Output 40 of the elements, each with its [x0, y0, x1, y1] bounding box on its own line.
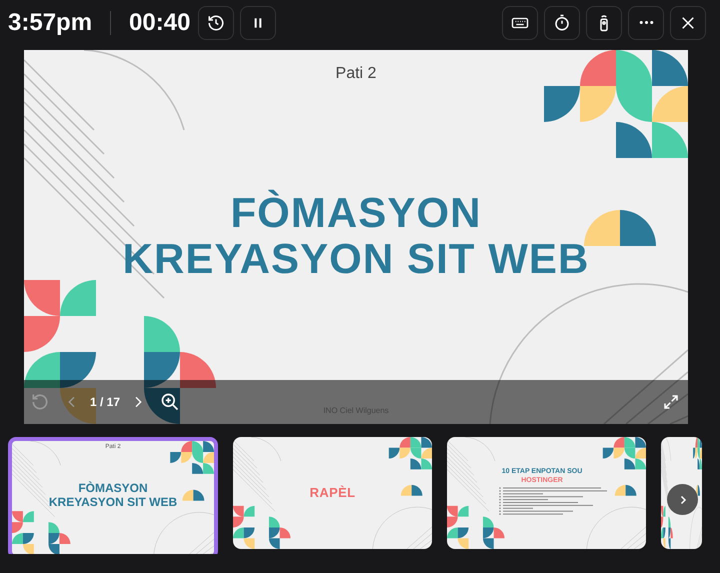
history-icon	[207, 14, 226, 32]
refresh-icon	[30, 392, 50, 412]
arc-drawing	[372, 506, 432, 549]
shape-pattern-drawing	[693, 437, 702, 470]
keyboard-button[interactable]	[502, 6, 538, 40]
shape-pattern-drawing	[614, 484, 636, 496]
more-icon	[638, 20, 654, 25]
shape-pattern-drawing	[170, 441, 214, 474]
page-counter: 1 / 17	[90, 394, 120, 411]
history-button[interactable]	[198, 6, 234, 40]
shape-pattern-drawing	[447, 506, 505, 549]
arc-drawing	[154, 512, 214, 554]
slide-thumbnail[interactable]: RAPÈL	[233, 437, 432, 549]
shape-pattern-drawing	[584, 210, 656, 246]
shape-pattern-drawing	[388, 437, 432, 470]
remote-button[interactable]	[586, 6, 622, 40]
zoom-in-icon	[160, 392, 180, 412]
fullscreen-button[interactable]	[662, 393, 680, 411]
shape-pattern-drawing	[233, 506, 291, 549]
expand-icon	[662, 393, 680, 411]
shape-pattern-drawing	[12, 511, 70, 554]
shape-pattern-drawing	[602, 437, 646, 470]
timer-text: 00:40	[129, 8, 190, 38]
shape-pattern-drawing	[182, 490, 204, 501]
close-button[interactable]	[670, 6, 706, 40]
arc-drawing	[690, 507, 702, 549]
zoom-in-button[interactable]	[160, 392, 180, 412]
slide-subtitle: Pati 2	[334, 64, 378, 84]
shape-pattern-drawing	[661, 506, 673, 549]
stopwatch-icon	[553, 14, 571, 32]
thumbnail-title: RAPÈL	[310, 484, 356, 502]
shape-pattern-drawing	[400, 484, 422, 496]
thumbnail-title: FÒMASYON KREYASYON SIT WEB	[48, 481, 178, 509]
more-button[interactable]	[628, 6, 664, 40]
pause-button[interactable]	[240, 6, 276, 40]
timer-button[interactable]	[544, 6, 580, 40]
shape-pattern-drawing	[696, 484, 700, 496]
arc-drawing	[586, 506, 646, 549]
slide-title: FÒMASYON KREYASYON SIT WEB	[122, 190, 590, 282]
clock-text: 3:57pm	[8, 8, 92, 38]
